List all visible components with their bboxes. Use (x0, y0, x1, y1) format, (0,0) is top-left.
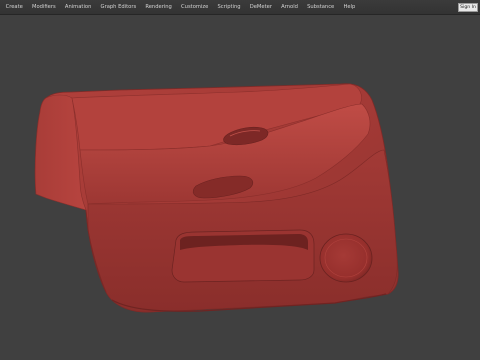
menu-bar: Create Modifiers Animation Graph Editors… (0, 0, 480, 15)
menu-scripting[interactable]: Scripting (213, 0, 245, 15)
speaker-grille-outer[interactable] (319, 233, 373, 283)
viewport-canvas (34, 83, 399, 313)
sign-in-label: Sign In (460, 5, 476, 10)
menu-customize[interactable]: Customize (176, 0, 212, 15)
3d-viewport[interactable] (0, 15, 480, 360)
menu-rendering[interactable]: Rendering (141, 0, 177, 15)
menu-list: Create Modifiers Animation Graph Editors… (0, 0, 360, 14)
sign-in-button[interactable]: Sign In (458, 3, 478, 12)
menu-substance[interactable]: Substance (303, 0, 339, 15)
menu-demeter[interactable]: DeMeter (245, 0, 276, 15)
menu-graph-editors[interactable]: Graph Editors (96, 0, 141, 15)
menu-modifiers[interactable]: Modifiers (27, 0, 60, 15)
menu-help[interactable]: Help (339, 0, 360, 15)
menu-animation[interactable]: Animation (60, 0, 96, 15)
menu-arnold[interactable]: Arnold (277, 0, 303, 15)
menu-create[interactable]: Create (1, 0, 27, 15)
